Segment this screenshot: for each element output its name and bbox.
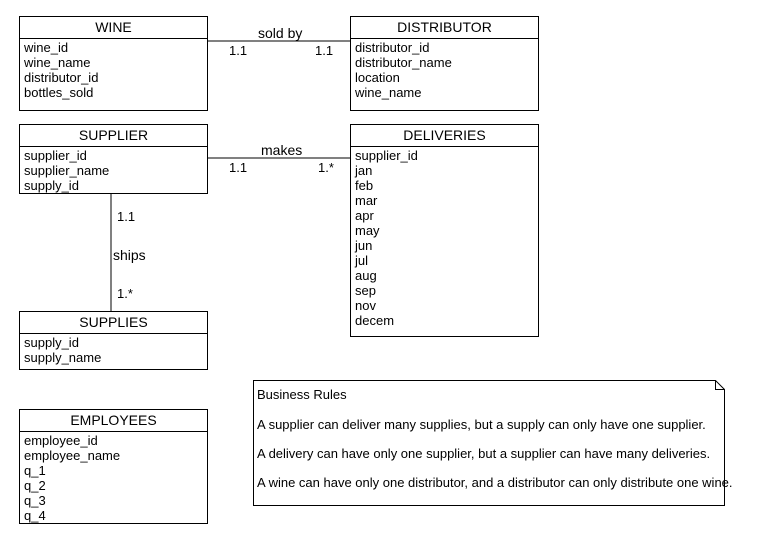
attribute: supply_id — [24, 335, 79, 350]
attribute: apr — [355, 208, 374, 223]
entity-title: DISTRIBUTOR — [351, 17, 538, 39]
entity-deliveries[interactable]: DELIVERIES supplier_id jan feb mar apr may jun… — [350, 124, 539, 337]
attribute: q_4 — [24, 508, 46, 523]
attribute: sep — [355, 283, 376, 298]
attribute: employee_name — [24, 448, 121, 463]
attribute: aug — [355, 268, 377, 283]
attribute: bottles_sold — [24, 85, 94, 100]
makes-left-cardinality: 1.1 — [229, 160, 248, 175]
entity-distributor[interactable]: DISTRIBUTOR distributor_id distributor_na… — [350, 16, 539, 111]
attribute: distributor_id — [24, 70, 99, 85]
attribute: supplier_id — [355, 148, 418, 163]
attribute: employee_id — [24, 433, 98, 448]
attribute: supply_name — [24, 350, 102, 365]
attribute: distributor_id — [355, 40, 430, 55]
entity-title: EMPLOYEES — [20, 410, 207, 432]
entity-supplier[interactable]: SUPPLIER supplier_id supplier_name supply_… — [19, 124, 208, 194]
makes-right-cardinality: 1.* — [318, 160, 334, 175]
attribute-list: wine_id wine_name distributor_id bottles_so… — [20, 39, 207, 100]
attribute: q_1 — [24, 463, 46, 478]
attribute: distributor_name — [355, 55, 452, 70]
attribute: jul — [355, 253, 369, 268]
entity-employees[interactable]: EMPLOYEES employee_id employee_name q_1 q_2… — [19, 409, 208, 524]
attribute-list: distributor_id distributor_name location wi… — [351, 39, 538, 100]
attribute: mar — [355, 193, 378, 208]
sold-by-label: sold by — [258, 25, 303, 41]
attribute-list: supply_id supply_name — [20, 334, 207, 365]
attribute: jan — [355, 163, 373, 178]
attribute: may — [355, 223, 380, 238]
attribute-list: supplier_id jan feb mar apr may jun jul aug sep no… — [351, 147, 538, 328]
ships-top-cardinality: 1.1 — [117, 209, 136, 224]
entity-title: SUPPLIES — [20, 312, 207, 334]
attribute-list: employee_id employee_name q_1 q_2 q_3 q_4 — [20, 432, 207, 523]
attribute: wine_id — [24, 40, 69, 55]
attribute-list: supplier_id supplier_name supply_id — [20, 147, 207, 193]
entity-title: WINE — [20, 17, 207, 39]
business-rules-title: Business Rules — [257, 387, 347, 402]
attribute: location — [355, 70, 400, 85]
attribute: q_2 — [24, 478, 46, 493]
entity-supplies[interactable]: SUPPLIES supply_id supply_name — [19, 311, 208, 370]
business-rule-2: A delivery can have only one supplier, b… — [257, 446, 711, 461]
attribute: jun — [355, 238, 373, 253]
attribute: supply_id — [24, 178, 79, 193]
makes-label: makes — [261, 142, 303, 158]
attribute: supplier_id — [24, 148, 87, 163]
sold-by-right-cardinality: 1.1 — [315, 43, 334, 58]
business-rule-3: A wine can have only one distributor, an… — [257, 475, 733, 490]
sold-by-left-cardinality: 1.1 — [229, 43, 248, 58]
attribute: wine_name — [355, 85, 422, 100]
attribute: wine_name — [24, 55, 91, 70]
attribute: supplier_name — [24, 163, 110, 178]
attribute: decem — [355, 313, 395, 328]
business-rule-1: A supplier can deliver many supplies, bu… — [257, 417, 706, 432]
entity-wine[interactable]: WINE wine_id wine_name distributor_id bottl… — [19, 16, 208, 111]
attribute: nov — [355, 298, 376, 313]
entity-title: SUPPLIER — [20, 125, 207, 147]
ships-bottom-cardinality: 1.* — [117, 286, 133, 301]
ships-label: ships — [113, 247, 146, 263]
entity-title: DELIVERIES — [351, 125, 538, 147]
attribute: q_3 — [24, 493, 46, 508]
business-rules-note: Business Rules A supplier can deliver ma… — [253, 380, 733, 506]
attribute: feb — [355, 178, 374, 193]
